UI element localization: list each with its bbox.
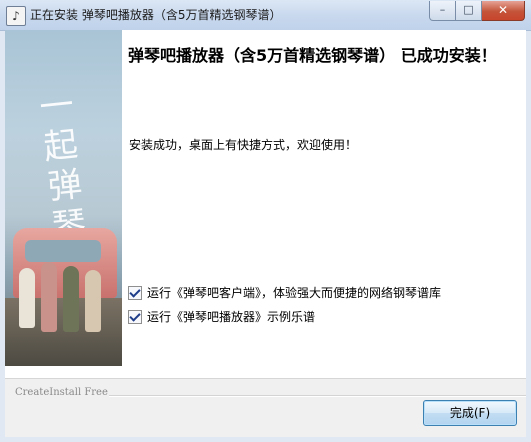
caption-buttons: – □ ✕ (429, 1, 525, 21)
success-heading: 弹琴吧播放器（含5万首精选钢琴谱） 已成功安装！ (128, 46, 497, 65)
run-client-label[interactable]: 运行《弹琴吧客户端》，体验强大而便捷的网络钢琴谱库 (147, 284, 441, 301)
banner-person (19, 268, 35, 328)
option-run-player[interactable]: 运行《弹琴吧播放器》示例乐谱 (128, 308, 315, 325)
content-panel: 一起弹琴吧 弹琴吧播放器（含5万首精选钢琴谱） 已成功安装！ 安装成功，桌面上有… (5, 30, 526, 379)
title-bar[interactable]: ♪ 正在安装 弹琴吧播放器（含5万首精选钢琴谱） – □ ✕ (0, 0, 531, 31)
banner-person (85, 270, 101, 332)
installer-window: 一起弹琴吧 弹琴吧播放器（含5万首精选钢琴谱） 已成功安装！ 安装成功，桌面上有… (5, 30, 526, 437)
option-run-client[interactable]: 运行《弹琴吧客户端》，体验强大而便捷的网络钢琴谱库 (128, 284, 441, 301)
finish-button[interactable]: 完成(F) (423, 400, 517, 426)
success-message: 安装成功，桌面上有快捷方式，欢迎使用！ (129, 138, 358, 152)
minimize-button[interactable]: – (429, 1, 456, 21)
run-player-label[interactable]: 运行《弹琴吧播放器》示例乐谱 (147, 308, 315, 325)
banner-person (63, 266, 79, 332)
installer-app-icon: ♪ (6, 6, 26, 26)
footer-divider (109, 395, 526, 397)
run-player-checkbox[interactable] (128, 309, 142, 324)
window-title: 正在安装 弹琴吧播放器（含5万首精选钢琴谱） (30, 8, 282, 22)
banner-person (41, 262, 57, 332)
brand-label: CreateInstall Free (15, 387, 108, 398)
banner-image: 一起弹琴吧 (5, 30, 122, 366)
close-button[interactable]: ✕ (482, 1, 525, 21)
run-client-checkbox[interactable] (128, 285, 142, 300)
banner-van-window (25, 240, 101, 262)
maximize-button[interactable]: □ (456, 1, 482, 21)
